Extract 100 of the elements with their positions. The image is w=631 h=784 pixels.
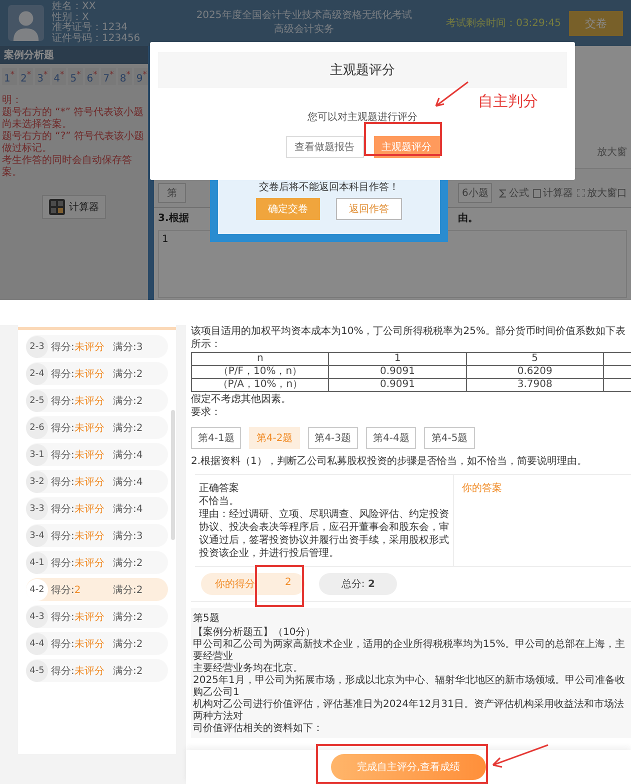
table-cell: 1 [328, 352, 466, 366]
full-score: 满分:4 [113, 476, 143, 488]
body-text: 假定不考虑其他因素。 [191, 393, 292, 406]
question-id: 4-5 [26, 660, 48, 682]
score-list-item[interactable]: 2-5 得分:未评分 满分:2 [26, 389, 168, 412]
question-number[interactable]: 2$^{*}$ [18, 68, 34, 86]
score-text: 得分:未评分 [51, 556, 106, 570]
subquestion-tab[interactable]: 第4-4题 [366, 427, 416, 449]
body-text: 甲公司和乙公司为两家高新技术企业，适用的企业所得税税率均为15%。甲公司的总部在上海，主要经营业 [193, 639, 626, 662]
subquestion-tab[interactable]: 第4-5题 [424, 427, 475, 449]
question-text: 由。 [458, 212, 478, 225]
subquestion-tab[interactable]: 6小题 [458, 183, 492, 203]
note-text: 明： [2, 95, 23, 107]
candidate-info: 证件号码：123456 [52, 34, 142, 44]
your-score-field[interactable]: 你的得分 2 [201, 573, 306, 595]
body-text: 主要经营业务均在北京。 [193, 663, 304, 674]
sigma-icon [499, 188, 507, 198]
question-number[interactable]: 9$^{*}$ [134, 68, 149, 86]
score-list-item[interactable]: 3-3 得分:未评分 满分:4 [26, 497, 168, 520]
note-text: 题号右方的 “?” 符号代表该小题做过标记。 [2, 131, 146, 154]
score-text: 得分:未评分 [51, 610, 106, 624]
annotation-arrow [490, 743, 550, 769]
score-list-item[interactable]: 3-1 得分:未评分 满分:4 [26, 443, 168, 466]
note-text: 考生作答的同时会自动保存答案。 [2, 155, 133, 180]
question-id: 3-3 [26, 498, 48, 520]
highlight-frame [255, 565, 304, 607]
full-score: 满分:2 [113, 638, 143, 650]
score-list-item[interactable]: 4-1 得分:未评分 满分:2 [26, 551, 168, 574]
tool-button[interactable]: 放大窗口 [577, 186, 627, 200]
table-cell: 3.7908 [466, 378, 604, 392]
body-text: 司价值评估相关的资料如下： [193, 723, 324, 735]
table-cell: （P/A，10%，n） [192, 378, 329, 392]
score-text: 得分:未评分 [51, 664, 106, 678]
question-id: 4-1 [26, 552, 48, 574]
score-list-item[interactable]: 4-4 得分:未评分 满分:2 [26, 632, 168, 655]
score-list-item[interactable]: 4-3 得分:未评分 满分:2 [26, 605, 168, 628]
question-id: 3-2 [26, 470, 48, 492]
subquestion-tab[interactable]: 第4-3题 [308, 427, 358, 449]
score-text: 得分:2 [51, 584, 82, 596]
zoom-window-link[interactable]: 放大窗 [597, 145, 627, 159]
score-text: 得分:未评分 [51, 530, 106, 542]
question-id: 3-4 [26, 524, 48, 546]
score-text: 得分:未评分 [51, 340, 106, 354]
question-number[interactable]: 5$^{*}$ [68, 68, 83, 86]
body-text: 机构对乙公司进行价值评估，评估基准日为2024年12月31日。资产评估机构采用收益法和市场法两种方法对 [193, 699, 625, 722]
tool-button[interactable]: 计算器 [533, 186, 573, 200]
full-score: 满分:2 [113, 556, 143, 570]
modal-button[interactable]: 主观题评分 [374, 136, 440, 158]
full-score: 满分:2 [113, 664, 143, 678]
expand-icon [577, 189, 585, 197]
question-number[interactable]: 7$^{*}$ [101, 68, 116, 86]
table-cell: 0.9091 [328, 378, 466, 392]
question-number[interactable]: 3$^{*}$ [35, 68, 50, 86]
submit-button[interactable]: 交卷 [569, 10, 623, 36]
table-cell: （P/F，10%，n） [192, 366, 329, 378]
full-score: 满分:2 [113, 584, 143, 596]
score-text: 得分:未评分 [51, 638, 106, 650]
finish-grading-button[interactable]: 完成自主评分,查看成绩 [330, 754, 486, 780]
dialog-message: 交卷后将不能返回本科目作答！ [259, 180, 399, 194]
score-list-item[interactable]: 2-3 得分:未评分 满分:3 [26, 335, 168, 358]
candidate-info: 姓名：XX [52, 2, 97, 12]
question-tab[interactable]: 第 [158, 183, 186, 203]
calculator-icon [49, 199, 65, 216]
answer-text: 1 [162, 234, 168, 245]
full-score: 满分:3 [113, 530, 143, 542]
question-number[interactable]: 1$^{*}$ [2, 68, 17, 86]
subquestion-tab[interactable]: 第4-1题 [191, 427, 242, 449]
modal-button[interactable]: 查看做题报告 [286, 136, 364, 158]
question-number[interactable]: 8$^{*}$ [118, 68, 132, 86]
subquestion-tab[interactable]: 第4-2题 [249, 427, 300, 449]
full-score: 满分:2 [113, 422, 143, 434]
score-list-item[interactable]: 2-6 得分:未评分 满分:2 [26, 416, 168, 439]
dialog-button[interactable]: 确定交卷 [256, 198, 320, 220]
modal-message: 您可以对主观题进行评分 [308, 110, 418, 124]
score-list-item[interactable]: 2-4 得分:未评分 满分:2 [26, 362, 168, 385]
full-score: 满分:2 [113, 610, 143, 624]
score-text: 得分:未评分 [51, 394, 106, 408]
question-heading: 第5题 [193, 612, 220, 625]
table-cell: 0.6209 [466, 366, 604, 378]
calculator-button[interactable]: 计算器 [42, 195, 106, 220]
question-text: 3.根据 [158, 212, 189, 225]
tool-button[interactable]: 公式 [499, 186, 529, 200]
question-number[interactable]: 6$^{*}$ [84, 68, 100, 86]
score-list-item[interactable]: 3-2 得分:未评分 满分:4 [26, 470, 168, 493]
answer-text: 理由：经过调研、立项、尽职调查、风险评估、约定投资协议、投决会表决等程序后，应召开董事会和股东会，审议通过后，签署投资协议并履行出资手续，采用股权形式投资该企业，并进行投后管理。 [199, 508, 449, 560]
question-number[interactable]: 4$^{*}$ [52, 68, 66, 86]
dialog-button[interactable]: 返回作答 [336, 198, 402, 220]
score-list-item[interactable]: 4-2 得分:2 满分:2 [26, 578, 168, 601]
avatar-silhouette-icon [8, 4, 44, 42]
question-id: 2-5 [26, 390, 48, 412]
body-text: 【案例分析题五】（10分） [193, 627, 317, 638]
exam-title: 2025年度全国会计专业技术高级资格无纸化考试 [196, 9, 412, 23]
question-id: 4-2 [26, 578, 48, 600]
full-score: 满分:3 [113, 340, 143, 354]
score-list-item[interactable]: 3-4 得分:未评分 满分:3 [26, 524, 168, 547]
score-text: 得分:未评分 [51, 368, 106, 380]
modal-title: 主观题评分 [158, 52, 567, 88]
annotation-text: 自主判分 [478, 92, 538, 111]
question-id: 4-3 [26, 606, 48, 628]
score-list-item[interactable]: 4-5 得分:未评分 满分:2 [26, 659, 168, 682]
